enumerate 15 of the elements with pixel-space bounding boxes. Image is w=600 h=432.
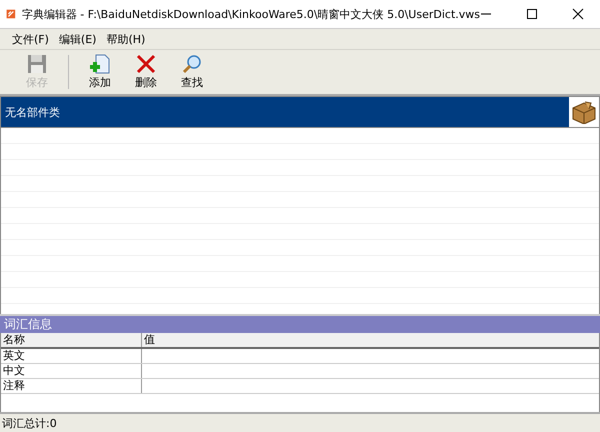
column-header: 值 xyxy=(143,333,156,347)
table-cell: 中文 xyxy=(1,364,142,378)
menu-item[interactable]: 编辑(E) xyxy=(58,32,96,46)
column-header: 名称 xyxy=(1,333,142,347)
toolbar-button[interactable]: 添加 xyxy=(81,54,119,90)
table-cell: 注释 xyxy=(1,379,142,393)
menu-item[interactable]: 文件(F) xyxy=(12,32,49,46)
status-text: 词汇总计:0 xyxy=(2,416,57,430)
menu-item[interactable]: 帮助(H) xyxy=(106,32,146,46)
list-title: 无名部件类 xyxy=(4,104,60,120)
table-cell: 英文 xyxy=(1,349,142,363)
toolbar-button[interactable]: 删除 xyxy=(127,54,165,90)
window-title: 字典编辑器 - F:\BaiduNetdiskDownload\KinkooWare5.0\晴窗中文大侠 5.0\UserDict.vws xyxy=(22,6,480,22)
info-title: 词汇信息 xyxy=(4,316,52,333)
toolbar-button[interactable]: 查找 xyxy=(173,54,211,90)
